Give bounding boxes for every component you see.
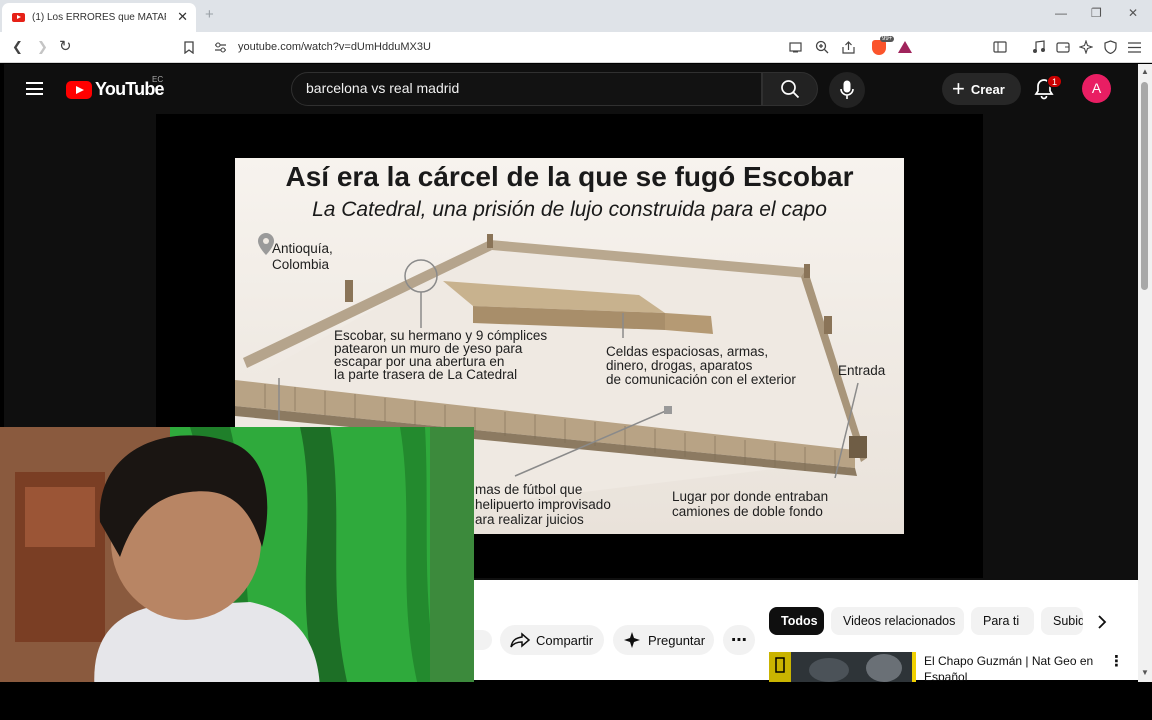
trucks-line-2: camiones de doble fondo [672,504,823,519]
thumbnail-image [769,652,916,682]
entrance-label: Entrada [838,363,886,378]
new-tab-button[interactable]: + [205,6,214,23]
ask-label: Preguntar [648,632,706,648]
scroll-down-icon[interactable]: ▼ [1141,668,1149,677]
escape-line-4: la parte trasera de La Catedral [334,367,518,382]
more-actions-button[interactable]: ⋯ [723,625,755,655]
brave-rewards-icon[interactable] [898,41,912,53]
infographic-subtitle: La Catedral, una prisión de lujo constru… [312,198,827,221]
close-window-button[interactable]: ✕ [1128,6,1138,20]
vpn-shield-icon[interactable] [1104,40,1117,54]
share-label: Compartir [536,632,594,648]
cells-annotation: Celdas espaciosas, armas, dinero, drogas… [606,345,796,387]
chip-related-videos[interactable]: Videos relacionados [831,607,964,635]
infographic-title: Así era la cárcel de la que se fugó Esco… [285,161,854,192]
country-code: EC [152,75,164,84]
back-icon[interactable]: ❮ [12,39,23,55]
location-label: Antioquía, Colombia [272,241,333,272]
chip-uploaded[interactable]: Subid [1041,607,1083,635]
search-icon [781,80,800,99]
reload-icon[interactable]: ↻ [59,39,72,55]
maximize-button[interactable]: ❐ [1091,6,1102,20]
field-line-2: helipuerto improvisado [475,497,611,512]
share-button[interactable]: Compartir [500,625,604,655]
voice-search-button[interactable] [829,72,865,108]
tab-close-icon[interactable]: ✕ [177,9,188,25]
related-video-title[interactable]: El Chapo Guzmán | Nat Geo en Español [924,653,1100,681]
forward-icon[interactable]: ❯ [37,39,48,55]
share-icon [510,632,530,648]
brave-shields-icon[interactable] [872,40,886,55]
field-line-1: mas de fútbol que [475,482,583,497]
youtube-favicon-icon [12,13,25,22]
search-input[interactable] [306,80,746,96]
related-more-icon[interactable]: ⋮ [1109,652,1124,670]
create-label: Crear [970,81,1005,97]
sparkle-icon [624,632,640,648]
page-scrollbar[interactable]: ▲ ▼ [1138,64,1152,682]
cells-line-3: de comunicación con el exterior [606,372,796,387]
trucks-annotation: Lugar por donde entraban camiones de dob… [672,489,828,519]
taskbar-area [0,682,1152,720]
bookmark-icon[interactable] [184,41,194,54]
webcam-overlay [0,427,474,694]
trucks-line-1: Lugar por donde entraban [672,489,829,504]
leo-ai-icon[interactable] [1079,40,1093,54]
account-avatar[interactable]: A [1082,74,1111,103]
chip-all[interactable]: Todos [769,607,824,635]
sidebar-icon[interactable] [993,41,1007,53]
microphone-icon [840,80,854,99]
address-bar[interactable]: youtube.com/watch?v=dUmHdduMX3U [238,41,431,53]
share-page-icon[interactable] [842,41,855,54]
location-line-1: Antioquía, [272,241,333,256]
field-annotation: mas de fútbol que helipuerto improvisado… [475,482,611,527]
browser-toolbar: ❮ ❯ ↻ youtube.com/watch?v=dUmHdduMX3U 99… [0,32,1152,63]
zoom-icon[interactable] [815,40,829,54]
related-video-thumbnail[interactable] [769,652,916,682]
search-box[interactable] [291,72,762,106]
scroll-up-icon[interactable]: ▲ [1141,67,1149,76]
ask-button[interactable]: Preguntar [613,625,714,655]
tab-title: (1) Los ERRORES que MATARON [32,12,166,23]
wallet-icon[interactable] [1056,41,1070,53]
menu-icon[interactable] [1128,42,1141,53]
minimize-button[interactable]: — [1055,6,1067,20]
browser-tab[interactable]: (1) Los ERRORES que MATARON ✕ [2,3,196,32]
guide-menu-icon[interactable] [26,82,43,95]
music-icon[interactable] [1032,40,1045,54]
chevron-right-icon[interactable] [1097,615,1107,629]
create-button[interactable]: + Crear [942,73,1021,105]
cells-line-1: Celdas espaciosas, armas, [606,344,769,359]
shields-count-badge: 99+ [880,36,895,42]
youtube-logo[interactable]: YouTube [66,79,165,100]
cast-icon[interactable] [789,42,802,53]
youtube-masthead: YouTube EC + Crear 1 A [4,64,1138,114]
cells-line-2: dinero, drogas, aparatos [606,358,753,373]
chip-for-you[interactable]: Para ti [971,607,1034,635]
site-settings-icon[interactable] [214,41,227,54]
scrollbar-thumb[interactable] [1141,82,1148,290]
webcam-feed-image [0,427,474,694]
plus-icon: + [952,76,965,101]
search-button[interactable] [762,72,818,106]
browser-tab-strip: (1) Los ERRORES que MATARON ✕ + — ❐ ✕ [0,0,1152,32]
youtube-play-icon [66,80,92,99]
escape-annotation: Escobar, su hermano y 9 cómplices patear… [334,329,547,382]
field-line-3: ara realizar juicios [475,512,584,527]
location-line-2: Colombia [272,257,330,272]
notification-count-badge: 1 [1047,75,1062,88]
